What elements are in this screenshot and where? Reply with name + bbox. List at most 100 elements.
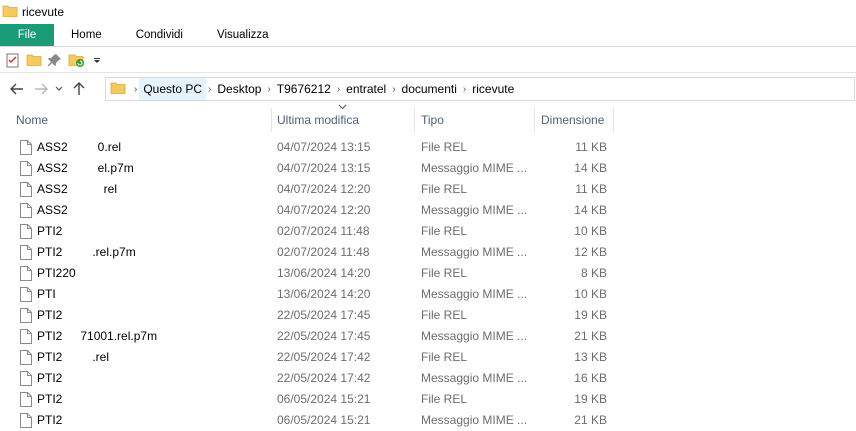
- file-modified: 06/05/2024 15:21: [277, 392, 371, 406]
- file-icon: [20, 224, 32, 242]
- file-modified: 04/07/2024 13:15: [277, 140, 371, 154]
- file-size: 21 KB: [574, 413, 607, 427]
- file-type: Messaggio MIME ...: [421, 413, 528, 427]
- file-row[interactable]: PTI220 13/06/2024 14:20 File REL 8 KB: [0, 263, 856, 284]
- file-row[interactable]: PTI2 06/05/2024 15:21 Messaggio MIME ...…: [0, 410, 856, 431]
- file-name: PTI220: [37, 266, 112, 280]
- file-row[interactable]: ASS2 0.rel 04/07/2024 13:15 File REL 11 …: [0, 137, 856, 158]
- file-modified: 04/07/2024 13:15: [277, 161, 371, 175]
- tab-file[interactable]: File: [0, 24, 54, 46]
- file-type: File REL: [421, 182, 468, 196]
- file-icon: [20, 392, 32, 410]
- file-icon: [20, 350, 32, 368]
- properties-icon[interactable]: [6, 52, 20, 68]
- file-modified: 22/05/2024 17:45: [277, 308, 371, 322]
- file-name: ASS2 rel: [37, 182, 118, 196]
- file-icon: [20, 308, 32, 326]
- navigation-bar: › Questo PC › Desktop › T9676212 › entra…: [0, 74, 856, 104]
- file-row[interactable]: ASS2 el.p7m 04/07/2024 13:15 Messaggio M…: [0, 158, 856, 179]
- file-icon: [20, 287, 32, 305]
- file-row[interactable]: PTI2 71001.rel.p7m 22/05/2024 17:45 Mess…: [0, 326, 856, 347]
- file-type: Messaggio MIME ...: [421, 287, 528, 301]
- file-modified: 02/07/2024 11:48: [277, 245, 370, 259]
- chevron-right-icon[interactable]: ›: [461, 84, 468, 95]
- folder-icon: [110, 81, 126, 98]
- window-title: ricevute: [22, 5, 65, 19]
- file-icon: [20, 140, 32, 158]
- file-modified: 22/05/2024 17:45: [277, 329, 371, 343]
- tab-home[interactable]: Home: [54, 24, 119, 46]
- column-divider[interactable]: [534, 108, 535, 132]
- file-size: 12 KB: [574, 245, 607, 259]
- column-divider[interactable]: [613, 108, 614, 132]
- file-name: PTI2 .rel: [37, 350, 110, 364]
- back-arrow-icon[interactable]: [6, 78, 28, 100]
- file-icon: [20, 203, 32, 221]
- pin-icon[interactable]: [48, 53, 62, 67]
- column-header-size[interactable]: Dimensione: [541, 108, 604, 132]
- file-row[interactable]: ASS2 rel 04/07/2024 12:20 File REL 11 KB: [0, 179, 856, 200]
- tab-condividi[interactable]: Condividi: [119, 24, 200, 46]
- file-icon: [20, 329, 32, 347]
- file-name: PTI2: [37, 392, 93, 406]
- chevron-right-icon[interactable]: ›: [390, 84, 397, 95]
- file-size: 19 KB: [574, 392, 607, 406]
- forward-arrow-icon[interactable]: [30, 78, 52, 100]
- breadcrumb-desktop[interactable]: Desktop: [213, 78, 265, 100]
- recent-locations-icon[interactable]: [52, 78, 66, 100]
- chevron-right-icon[interactable]: ›: [206, 84, 213, 95]
- breadcrumb-ricevute[interactable]: ricevute: [468, 78, 518, 100]
- file-row[interactable]: PTI 13/06/2024 14:20 Messaggio MIME ... …: [0, 284, 856, 305]
- undo-icon[interactable]: [68, 52, 86, 68]
- file-icon: [20, 245, 32, 263]
- breadcrumb-documenti[interactable]: documenti: [398, 78, 461, 100]
- file-size: 16 KB: [574, 371, 607, 385]
- file-name: PTI2 71001.rel.p7m: [37, 329, 158, 343]
- column-divider[interactable]: [271, 108, 272, 132]
- file-name: PTI2: [37, 371, 99, 385]
- file-type: File REL: [421, 266, 468, 280]
- file-row[interactable]: ASS2 04/07/2024 12:20 Messaggio MIME ...…: [0, 200, 856, 221]
- file-modified: 06/05/2024 15:21: [277, 413, 371, 427]
- file-row[interactable]: PTI2 06/05/2024 15:21 File REL 19 KB: [0, 389, 856, 410]
- file-type: Messaggio MIME ...: [421, 245, 528, 259]
- file-row[interactable]: PTI2 22/05/2024 17:45 File REL 19 KB: [0, 305, 856, 326]
- file-row[interactable]: PTI2 .rel 22/05/2024 17:42 File REL 13 K…: [0, 347, 856, 368]
- new-folder-icon[interactable]: [26, 53, 42, 67]
- file-row[interactable]: PTI2 22/05/2024 17:42 Messaggio MIME ...…: [0, 368, 856, 389]
- file-modified: 04/07/2024 12:20: [277, 203, 371, 217]
- chevron-right-icon[interactable]: ›: [335, 84, 342, 95]
- file-type: Messaggio MIME ...: [421, 161, 528, 175]
- file-modified: 22/05/2024 17:42: [277, 371, 371, 385]
- file-name: PTI2: [37, 413, 99, 427]
- column-header-name[interactable]: Nome: [16, 108, 48, 132]
- customize-dropdown-icon[interactable]: [92, 55, 102, 65]
- file-size: 11 KB: [575, 140, 607, 154]
- file-name: PTI: [37, 287, 98, 301]
- column-header-modified[interactable]: Ultima modifica: [277, 108, 359, 132]
- file-size: 11 KB: [575, 182, 607, 196]
- file-size: 14 KB: [574, 203, 607, 217]
- column-header-type[interactable]: Tipo: [421, 108, 444, 132]
- file-icon: [20, 371, 32, 389]
- up-arrow-icon[interactable]: [68, 78, 90, 100]
- breadcrumb-questo-pc[interactable]: Questo PC: [139, 78, 207, 100]
- chevron-right-icon[interactable]: ›: [265, 84, 272, 95]
- file-icon: [20, 161, 32, 179]
- column-divider[interactable]: [414, 108, 415, 132]
- file-row[interactable]: PTI2 .rel.p7m 02/07/2024 11:48 Messaggio…: [0, 242, 856, 263]
- file-type: File REL: [421, 350, 468, 364]
- ribbon-tabs: File Home Condividi Visualizza: [0, 24, 856, 47]
- file-modified: 13/06/2024 14:20: [277, 266, 371, 280]
- breadcrumb-t9676212[interactable]: T9676212: [273, 78, 335, 100]
- file-size: 10 KB: [574, 224, 607, 238]
- tab-visualizza[interactable]: Visualizza: [200, 24, 286, 46]
- file-type: Messaggio MIME ...: [421, 329, 528, 343]
- file-size: 19 KB: [574, 308, 607, 322]
- chevron-right-icon[interactable]: ›: [132, 84, 139, 95]
- file-row[interactable]: PTI2 02/07/2024 11:48 File REL 10 KB: [0, 221, 856, 242]
- file-name: PTI2: [37, 308, 99, 322]
- file-name: ASS2: [37, 203, 116, 217]
- address-bar[interactable]: › Questo PC › Desktop › T9676212 › entra…: [105, 77, 855, 101]
- breadcrumb-entratel[interactable]: entratel: [342, 78, 390, 100]
